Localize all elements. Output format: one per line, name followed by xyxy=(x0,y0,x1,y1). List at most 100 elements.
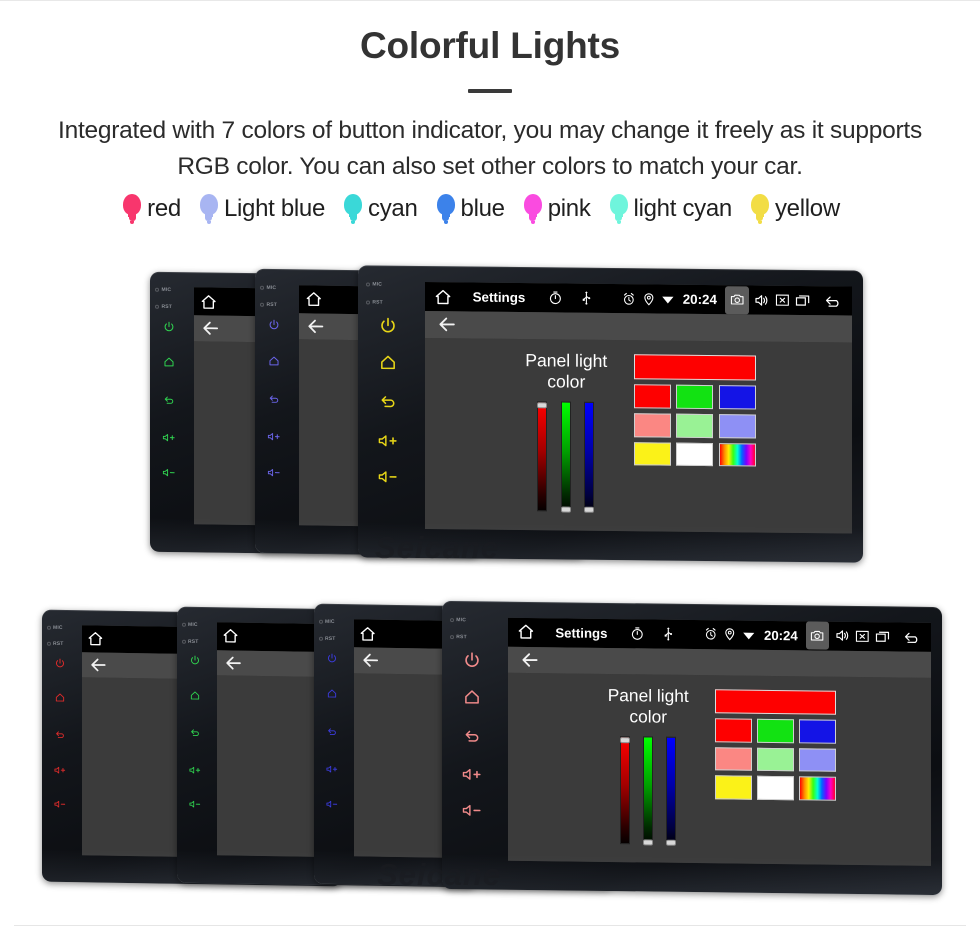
panel-light-color-picker: Panel light color xyxy=(599,684,836,847)
swatch-light-green[interactable] xyxy=(757,747,794,772)
red-slider[interactable] xyxy=(619,735,630,845)
back-arrow-icon[interactable] xyxy=(437,315,457,335)
volume-up-button[interactable] xyxy=(162,433,177,443)
back-arrow-icon[interactable] xyxy=(306,316,326,336)
back-button[interactable] xyxy=(189,728,200,737)
back-button[interactable] xyxy=(463,728,481,742)
volume-down-button[interactable] xyxy=(188,800,201,809)
swatch-white[interactable] xyxy=(757,776,794,801)
volume-down-button[interactable] xyxy=(162,468,177,478)
home-icon[interactable] xyxy=(222,628,239,645)
back-button[interactable] xyxy=(54,730,65,739)
back-arrow-icon[interactable] xyxy=(89,655,108,674)
swatch-yellow[interactable] xyxy=(715,775,752,800)
back-arrow-icon[interactable] xyxy=(201,319,220,339)
swatch-yellow[interactable] xyxy=(633,441,672,467)
home-icon[interactable] xyxy=(305,290,323,308)
home-button[interactable] xyxy=(269,355,281,366)
blue-slider-thumb[interactable] xyxy=(665,839,676,847)
volume-down-button[interactable] xyxy=(377,470,399,485)
volume-down-button[interactable] xyxy=(460,803,482,817)
power-button[interactable] xyxy=(189,655,200,666)
back-button[interactable] xyxy=(326,727,337,736)
back-button[interactable] xyxy=(164,395,176,405)
red-slider-thumb[interactable] xyxy=(619,736,630,743)
home-icon[interactable] xyxy=(359,625,376,643)
volume-plus-icon xyxy=(188,766,201,775)
bulb-icon xyxy=(122,194,142,224)
swatch-light-blue[interactable] xyxy=(799,748,836,773)
volume-down-button[interactable] xyxy=(53,800,66,809)
swatch-white[interactable] xyxy=(676,442,714,467)
camera-icon[interactable] xyxy=(805,621,830,650)
swatch-light-red[interactable] xyxy=(633,413,672,438)
volume-minus-icon xyxy=(267,468,282,478)
home-button[interactable] xyxy=(164,357,176,367)
device-screen[interactable]: Settings 20:24 Panel light color xyxy=(424,282,852,534)
back-arrow-icon[interactable] xyxy=(520,650,540,670)
usb-icon[interactable] xyxy=(579,291,594,306)
recents-icon[interactable] xyxy=(875,630,890,642)
swatch-red[interactable] xyxy=(715,718,752,743)
back-arrow-icon[interactable] xyxy=(361,651,380,671)
back-arrow-icon[interactable] xyxy=(903,630,921,643)
green-slider-thumb[interactable] xyxy=(560,506,571,513)
close-box-icon[interactable] xyxy=(855,630,870,643)
back-button[interactable] xyxy=(379,394,397,409)
home-icon[interactable] xyxy=(200,293,217,311)
back-arrow-icon[interactable] xyxy=(224,653,243,672)
swatch-light-blue[interactable] xyxy=(718,413,756,439)
power-button[interactable] xyxy=(54,657,65,668)
volume-up-button[interactable] xyxy=(460,767,482,781)
home-button[interactable] xyxy=(54,693,65,702)
home-button[interactable] xyxy=(189,691,200,700)
home-icon[interactable] xyxy=(87,630,104,647)
home-button[interactable] xyxy=(463,689,481,704)
volume-up-button[interactable] xyxy=(188,766,201,775)
volume-up-button[interactable] xyxy=(53,766,66,775)
timer-icon[interactable] xyxy=(548,291,563,306)
back-button[interactable] xyxy=(269,394,281,404)
power-button[interactable] xyxy=(164,321,176,333)
swatch-red[interactable] xyxy=(633,384,672,409)
volume-down-button[interactable] xyxy=(325,800,338,809)
volume-icon[interactable] xyxy=(835,629,850,643)
swatch-blue[interactable] xyxy=(799,719,836,744)
blue-slider-thumb[interactable] xyxy=(583,506,594,513)
volume-up-button[interactable] xyxy=(325,765,338,774)
swatch-green[interactable] xyxy=(757,719,794,743)
blue-slider[interactable] xyxy=(583,401,594,513)
green-slider-thumb[interactable] xyxy=(642,839,653,846)
power-button[interactable] xyxy=(463,652,481,670)
swatch-rainbow[interactable] xyxy=(799,776,836,801)
device-screen[interactable]: Settings 20:24 Panel light color xyxy=(508,617,931,867)
swatch-rainbow[interactable] xyxy=(718,442,756,467)
back-arrow-icon[interactable] xyxy=(824,294,843,307)
red-slider-thumb[interactable] xyxy=(537,402,548,409)
volume-up-button[interactable] xyxy=(267,432,282,442)
reset-led-dot xyxy=(181,639,186,644)
close-box-icon[interactable] xyxy=(775,294,790,307)
swatch-light-green[interactable] xyxy=(676,413,714,438)
home-button[interactable] xyxy=(326,689,337,698)
usb-icon[interactable] xyxy=(661,626,676,641)
red-slider[interactable] xyxy=(537,401,548,512)
timer-icon[interactable] xyxy=(630,626,645,641)
recents-icon[interactable] xyxy=(795,294,810,307)
home-icon[interactable] xyxy=(434,288,452,306)
volume-down-button[interactable] xyxy=(267,468,282,478)
volume-icon[interactable] xyxy=(754,293,769,307)
green-slider[interactable] xyxy=(560,401,571,513)
swatch-green[interactable] xyxy=(676,384,714,409)
power-button[interactable] xyxy=(326,653,337,664)
camera-icon[interactable] xyxy=(725,285,749,315)
swatch-light-red[interactable] xyxy=(715,747,752,771)
power-button[interactable] xyxy=(379,317,397,335)
swatch-blue[interactable] xyxy=(718,384,756,410)
blue-slider[interactable] xyxy=(665,736,676,847)
power-button[interactable] xyxy=(269,319,281,331)
home-icon[interactable] xyxy=(517,623,535,641)
home-button[interactable] xyxy=(379,355,397,371)
volume-up-button[interactable] xyxy=(377,433,399,448)
green-slider[interactable] xyxy=(642,735,653,846)
